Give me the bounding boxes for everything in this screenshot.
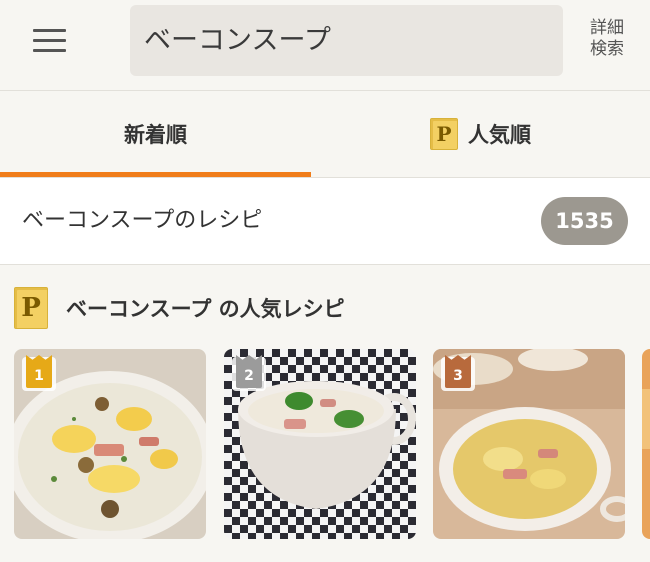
tab-popular-label: 人気順 bbox=[468, 123, 531, 147]
tab-popular[interactable]: P 人気順 bbox=[311, 91, 650, 177]
hamburger-icon bbox=[33, 29, 66, 52]
rank-badge: 2 bbox=[232, 357, 266, 391]
recipe-card[interactable]: 2 bbox=[224, 349, 416, 539]
crown-icon: 2 bbox=[236, 361, 262, 388]
recipe-card[interactable] bbox=[642, 349, 650, 539]
premium-badge-icon: P bbox=[430, 118, 458, 150]
recipe-photo bbox=[642, 349, 650, 539]
advanced-search-button[interactable]: 詳細 検索 bbox=[579, 18, 635, 60]
premium-badge-icon: P bbox=[14, 287, 48, 329]
search-query-text: ベーコンスープ bbox=[144, 25, 331, 56]
sort-tabs: 新着順 P 人気順 bbox=[0, 91, 650, 178]
header: ベーコンスープ 詳細 検索 bbox=[0, 0, 650, 91]
results-count-row: ベーコンスープのレシピ 1535 bbox=[0, 178, 650, 265]
advanced-search-label-line1: 詳細 bbox=[590, 18, 624, 38]
crown-icon: 1 bbox=[26, 361, 52, 388]
menu-button[interactable] bbox=[24, 22, 74, 62]
tab-newest-label: 新着順 bbox=[124, 123, 187, 147]
recipe-card[interactable]: 1 bbox=[14, 349, 206, 539]
popular-recipes-heading: P ベーコンスープ の人気レシピ bbox=[14, 287, 345, 329]
rank-badge: 1 bbox=[22, 357, 56, 391]
recipe-card[interactable]: 3 bbox=[433, 349, 625, 539]
advanced-search-label-line2: 検索 bbox=[590, 39, 624, 59]
active-tab-indicator bbox=[0, 172, 311, 177]
results-count-badge: 1535 bbox=[541, 197, 628, 245]
rank-badge: 3 bbox=[441, 357, 475, 391]
popular-recipes-section: P ベーコンスープ の人気レシピ 1 2 3 bbox=[0, 265, 650, 562]
search-input[interactable]: ベーコンスープ bbox=[130, 5, 563, 76]
results-label: ベーコンスープのレシピ bbox=[22, 208, 263, 233]
popular-recipes-title: ベーコンスープ の人気レシピ bbox=[66, 297, 345, 321]
crown-icon: 3 bbox=[445, 361, 471, 388]
tab-newest[interactable]: 新着順 bbox=[0, 91, 311, 177]
